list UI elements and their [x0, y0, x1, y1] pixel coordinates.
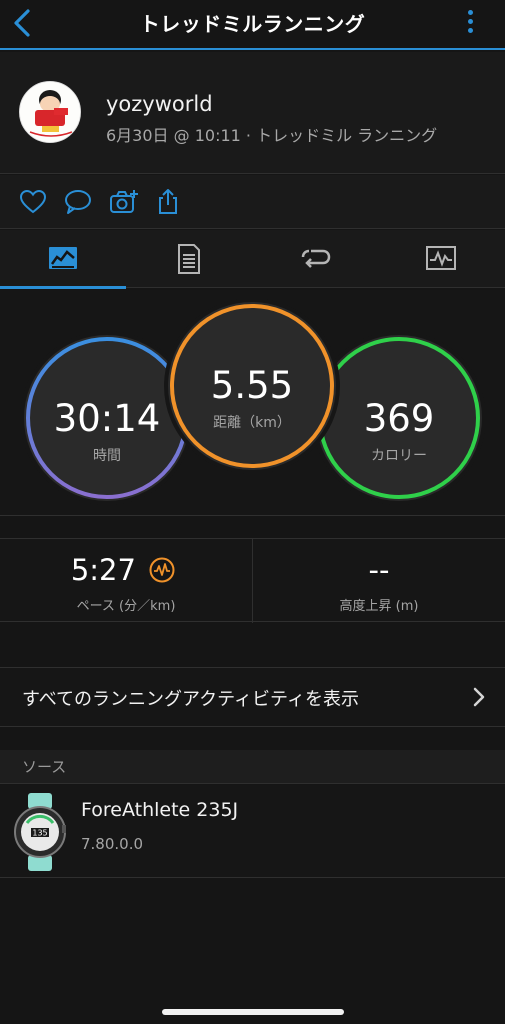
username[interactable]: yozyworld	[106, 92, 213, 116]
source-device[interactable]: 135 ForeAthlete 235J 7.80.0.0	[0, 785, 505, 878]
source-header-label: ソース	[22, 758, 67, 776]
comment-icon	[65, 190, 91, 214]
time-label: 時間	[93, 448, 121, 464]
distance-label: 距離（km）	[213, 415, 291, 431]
more-menu-button[interactable]	[463, 6, 477, 40]
pace-badge-icon	[149, 557, 175, 583]
distance-value: 5.55	[210, 364, 294, 407]
calories-ring: 369 カロリー	[316, 335, 482, 501]
share-button[interactable]	[153, 187, 183, 217]
pace-value-row: 5:27	[0, 553, 252, 587]
watch-device-icon: 135	[14, 793, 66, 871]
activity-tabs	[0, 230, 505, 289]
tab-graphs[interactable]	[378, 230, 504, 288]
view-all-label: すべてのランニングアクティビティを表示	[22, 689, 359, 710]
time-ring: 30:14 時間	[24, 335, 190, 501]
like-button[interactable]	[18, 187, 48, 217]
tab-laps[interactable]	[252, 230, 378, 288]
pace-label: ペース (分／km)	[76, 599, 176, 614]
distance-ring: 5.55 距離（km）	[168, 302, 336, 470]
watch-face-number: 135	[32, 829, 47, 838]
elevation-label: 高度上昇 (m)	[339, 599, 419, 614]
more-vertical-icon	[463, 10, 477, 33]
page-title: トレッドミルランニング	[139, 12, 366, 36]
activity-owner: yozyworld 6月30日 @ 10:11 · トレッドミル ランニング	[0, 52, 505, 174]
stats-row: 5:27 ペース (分／km) -- 高度上昇 (m)	[0, 538, 505, 623]
elevation-stat: -- 高度上昇 (m)	[253, 539, 505, 623]
social-actions	[0, 175, 505, 229]
summary-chart-icon	[49, 247, 77, 269]
avatar-image	[20, 82, 80, 142]
pace-stat: 5:27 ペース (分／km)	[0, 539, 252, 623]
device-name: ForeAthlete 235J	[81, 799, 239, 821]
share-icon	[159, 189, 177, 214]
calories-label: カロリー	[371, 448, 427, 464]
add-photo-button[interactable]	[108, 187, 138, 217]
calories-value: 369	[363, 397, 435, 440]
laps-loop-icon	[301, 249, 331, 268]
back-button[interactable]	[8, 6, 38, 40]
view-all-running-activities[interactable]: すべてのランニングアクティビティを表示	[0, 667, 505, 727]
document-list-icon	[178, 244, 200, 274]
avatar[interactable]	[19, 81, 81, 143]
device-version: 7.80.0.0	[81, 835, 144, 853]
tab-details[interactable]	[126, 230, 252, 288]
tab-summary[interactable]	[0, 230, 126, 289]
time-value: 30:14	[53, 397, 161, 440]
pace-value: 5:27	[70, 553, 136, 587]
chevron-left-icon	[14, 9, 30, 37]
chevron-right-icon	[473, 687, 485, 707]
graph-icon	[426, 246, 456, 270]
top-nav-bar: トレッドミルランニング	[0, 0, 505, 50]
activity-datetime: 6月30日 @ 10:11 · トレッドミル ランニング	[106, 126, 438, 145]
comment-button[interactable]	[63, 187, 93, 217]
activity-summary: 30:14 時間 369 カロリー 5.55 距離（km）	[0, 290, 505, 516]
home-indicator[interactable]	[162, 1009, 344, 1015]
elevation-value: --	[368, 553, 390, 587]
source-section-header: ソース	[0, 750, 505, 784]
camera-add-icon	[110, 190, 138, 213]
heart-icon	[19, 189, 47, 214]
